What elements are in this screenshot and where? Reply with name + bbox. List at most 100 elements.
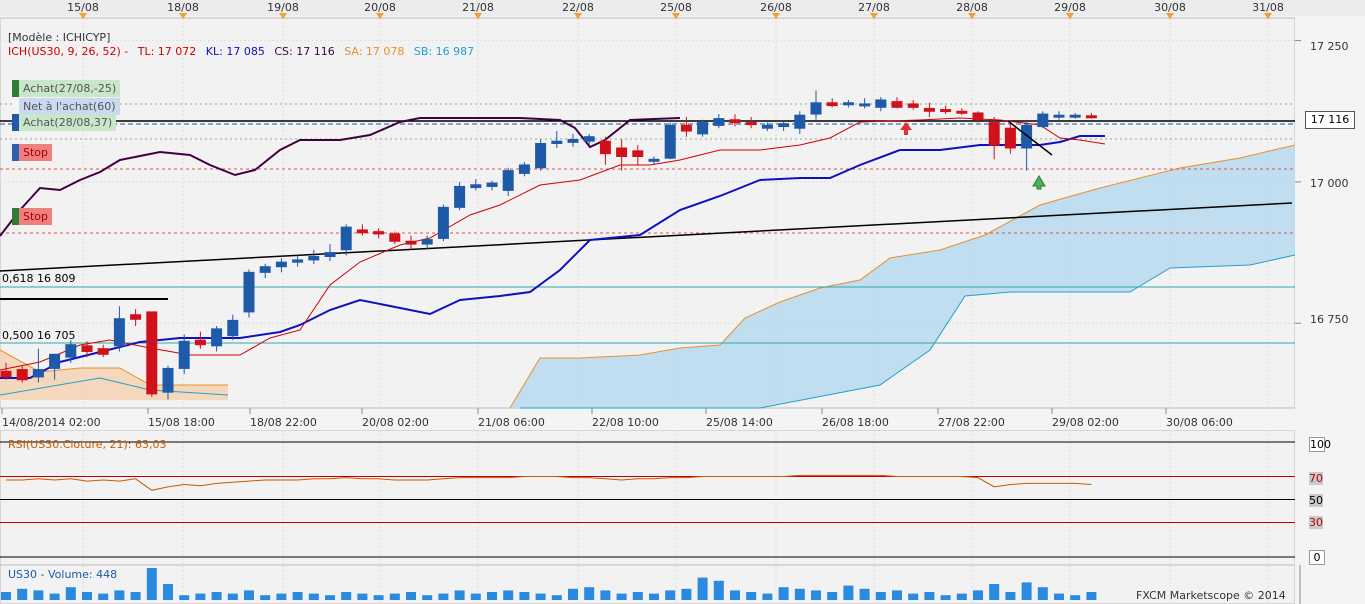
order-label: Net à l'achat(60) (19, 98, 120, 115)
volume-bar (875, 592, 886, 600)
ichimoku-legend: ICH(US30, 9, 26, 52) - TL: 17 072 KL: 17… (8, 45, 480, 58)
rsi-level-0: 0 (1309, 550, 1325, 565)
candle-body (65, 344, 77, 358)
date-axis-label: 21/08 06:00 (478, 416, 545, 429)
candle-body (97, 348, 109, 355)
candle-body (146, 311, 158, 395)
candle-body (130, 314, 142, 320)
volume-bar (794, 588, 805, 600)
candle-body (178, 340, 190, 369)
top-date-label: 18/08 (167, 1, 199, 14)
candle-body (1085, 115, 1097, 119)
candle-body (956, 110, 968, 114)
order-stop-2[interactable]: Stop (12, 208, 53, 225)
volume-bar (1070, 595, 1081, 600)
candle-body (194, 339, 206, 346)
volume-bar (179, 595, 190, 600)
volume-bar (730, 590, 740, 600)
volume-bar (341, 592, 352, 600)
candle-body (535, 142, 547, 169)
volume-bar (163, 584, 173, 600)
order-achat-2[interactable]: Achat(28/08,37) (12, 114, 117, 131)
brand-footer: FXCM Marketscope © 2014 (1136, 589, 1286, 602)
candle-body (32, 369, 44, 378)
candle-body (826, 102, 838, 107)
order-achat-1[interactable]: Achat(27/08,-25) (12, 80, 121, 97)
rsi-level-30: 30 (1309, 516, 1323, 529)
volume-bar (406, 592, 416, 600)
volume-bar (98, 593, 109, 600)
candle-body (470, 184, 482, 189)
candle-body (583, 136, 595, 142)
top-date-label: 25/08 (660, 1, 692, 14)
volume-bar (956, 593, 967, 600)
candle-body (275, 261, 287, 268)
candle-body (632, 150, 644, 157)
top-date-label: 26/08 (760, 1, 792, 14)
candle-body (486, 182, 498, 187)
candle-body (1004, 127, 1016, 149)
candle-body (1069, 114, 1081, 118)
volume-bar (616, 593, 627, 600)
chart-canvas[interactable]: 15/08 18/08 19/08 20/08 21/08 22/08 25/08 26/08… (0, 0, 1365, 604)
volume-bar (535, 593, 546, 600)
ich-kl: KL: 17 085 (205, 45, 265, 58)
candle-body (810, 102, 822, 115)
volume-bar (713, 580, 724, 600)
volume-bar (503, 590, 514, 600)
date-axis-label: 15/08 18:00 (148, 416, 215, 429)
volume-bar (600, 590, 611, 600)
order-marker (12, 114, 19, 131)
ich-label: ICH(US30, 9, 26, 52) - (8, 45, 129, 58)
candle-body (113, 318, 125, 347)
volume-bar (1086, 592, 1097, 600)
candle-body (405, 240, 417, 245)
model-label: [Modèle : ICHICYP] (8, 31, 111, 44)
candle-body (81, 345, 93, 352)
order-marker (12, 98, 19, 115)
volume-title: US30 - Volume: 448 (8, 568, 118, 581)
candle-body (49, 353, 61, 369)
volume-bar (632, 592, 643, 600)
volume-bar (195, 593, 206, 600)
candle-body (211, 328, 223, 347)
volume-bar (227, 593, 238, 600)
candle-body (761, 124, 773, 129)
date-axis-label: 20/08 02:00 (362, 416, 429, 429)
volume-bar (1021, 582, 1032, 600)
volume-bar (1, 592, 11, 600)
volume-bar (470, 593, 481, 600)
candle-body (1021, 124, 1033, 149)
order-net[interactable]: Net à l'achat(60) (12, 98, 120, 115)
top-date-label: 15/08 (67, 1, 99, 14)
candle-body (502, 170, 514, 191)
volume-bar (260, 595, 271, 600)
candle-body (859, 103, 871, 107)
order-label: Achat(28/08,37) (19, 114, 117, 131)
candle-body (616, 147, 628, 157)
volume-bar (276, 593, 287, 600)
order-stop-1[interactable]: Stop (12, 144, 53, 161)
ich-tl: TL: 17 072 (137, 45, 197, 58)
volume-bar (778, 587, 789, 600)
top-date-label: 20/08 (364, 1, 396, 14)
candle-body (227, 319, 239, 337)
candle-body (664, 124, 676, 159)
volume-bar (908, 593, 919, 600)
volume-bar (292, 592, 303, 600)
candle-body (972, 112, 984, 121)
rsi-title: RSI(US30.Cloture, 21): 63,03 (8, 438, 167, 451)
candle-body (389, 233, 401, 242)
date-axis-label: 25/08 14:00 (706, 416, 773, 429)
fib-label-500: 0,500 16 705 (2, 329, 76, 342)
price-axis-panel (1295, 0, 1365, 604)
volume-bar (49, 593, 60, 600)
volume-bar (487, 592, 497, 600)
volume-bar (568, 588, 578, 600)
volume-bar (551, 595, 562, 600)
order-marker (12, 80, 19, 97)
volume-bar (843, 585, 854, 600)
volume-bar (746, 592, 757, 600)
candle-body (842, 102, 854, 106)
price-tick: 17 250 (1310, 40, 1349, 53)
